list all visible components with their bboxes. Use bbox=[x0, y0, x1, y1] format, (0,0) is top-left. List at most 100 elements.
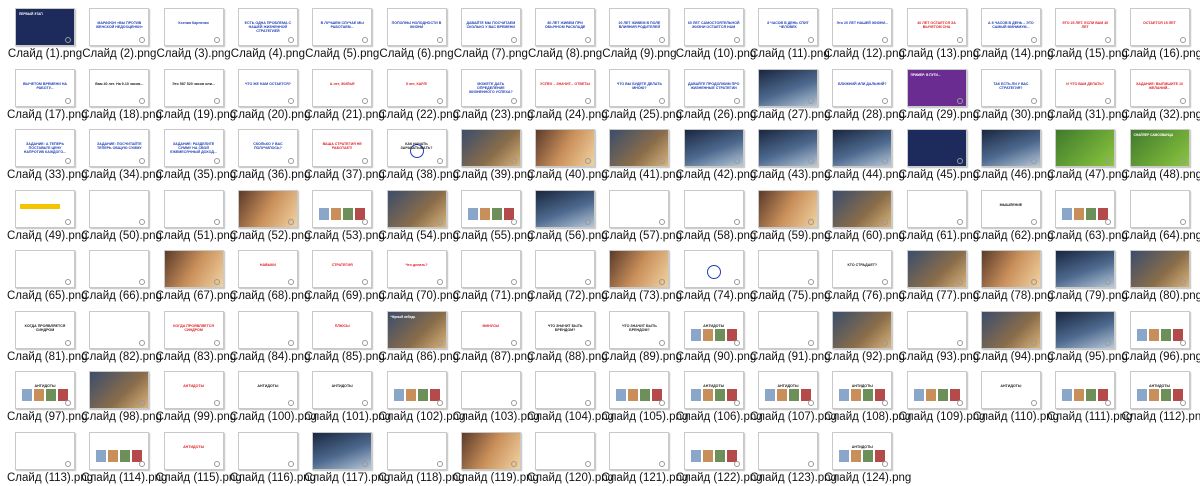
file-name-label[interactable]: Слайд (70).png bbox=[379, 290, 460, 302]
file-name-label[interactable]: Слайд (89).png bbox=[601, 351, 682, 363]
file-thumbnail[interactable] bbox=[89, 371, 150, 409]
file-name-label[interactable]: Слайд (66).png bbox=[81, 290, 162, 302]
file-name-label[interactable]: Слайд (123).png bbox=[750, 472, 837, 484]
file-thumbnail[interactable] bbox=[535, 371, 596, 409]
file-name-label[interactable]: Слайд (60).png bbox=[824, 230, 905, 242]
file-thumbnail[interactable]: КОГДА ПРОЯВЛЯЕТСЯ СИНДРОМ bbox=[15, 310, 75, 349]
file-thumbnail[interactable]: ДАВАЙТЕ МЫ ПОСЧИТАЕМ СКОЛЬКО У ВАС ВРЕМЕ… bbox=[460, 8, 521, 46]
file-thumbnail[interactable] bbox=[609, 250, 670, 288]
file-item[interactable]: Слайд (44).png bbox=[824, 125, 905, 183]
file-name-label[interactable]: Слайд (50).png bbox=[81, 230, 162, 242]
file-name-label[interactable]: Слайд (85).png bbox=[304, 351, 385, 363]
file-item[interactable]: Слайд (121).png bbox=[601, 428, 688, 486]
file-name-label[interactable]: Слайд (12).png bbox=[824, 48, 905, 60]
file-item[interactable]: Вам 40 лет. На 9-10 часов... Слайд (18).p… bbox=[81, 65, 162, 123]
file-item[interactable]: В ЛУЧШЕМ СЛУЧАЕ МЫ РАБОТАЕМ... Слайд (5).… bbox=[305, 4, 379, 62]
file-item[interactable]: Слайд (73).png bbox=[601, 246, 682, 304]
file-name-label[interactable]: Слайд (95).png bbox=[1047, 351, 1128, 363]
file-item[interactable]: Слайд (116).png bbox=[230, 428, 316, 486]
file-name-label[interactable]: Слайд (90).png bbox=[676, 351, 757, 363]
file-thumbnail[interactable]: МЫШЛЕНИЕ bbox=[980, 189, 1041, 228]
file-thumbnail[interactable]: Чёрный лебедь bbox=[386, 310, 447, 349]
file-item[interactable]: Слайд (39).png bbox=[453, 125, 533, 183]
file-name-label[interactable]: Слайд (56).png bbox=[527, 230, 608, 242]
file-name-label[interactable]: Слайд (117).png bbox=[304, 472, 390, 484]
file-name-label[interactable]: Слайд (118).png bbox=[379, 472, 465, 484]
file-thumbnail[interactable] bbox=[906, 310, 967, 349]
file-item[interactable]: Слайд (111).png bbox=[1047, 367, 1132, 425]
file-thumbnail[interactable]: АНТИДОТЫ bbox=[832, 371, 893, 409]
file-thumbnail[interactable] bbox=[683, 189, 744, 228]
file-item[interactable]: АНТИДОТЫ Слайд (124).png bbox=[824, 428, 911, 486]
file-item[interactable]: СТРАТЕГИЯ Слайд (69).png bbox=[304, 246, 385, 304]
file-thumbnail[interactable]: АНТИДОТЫ bbox=[237, 371, 298, 409]
file-thumbnail[interactable] bbox=[906, 189, 967, 228]
file-thumbnail[interactable] bbox=[163, 189, 224, 228]
file-thumbnail[interactable] bbox=[312, 431, 373, 470]
file-thumbnail[interactable]: ВЫЧЕТОМ ВРЕМЕНИ НА РАБОТУ... bbox=[15, 68, 75, 107]
file-item[interactable]: КТО СТРАДАЕТ? Слайд (76).png bbox=[824, 246, 905, 304]
file-name-label[interactable]: Слайд (26).png bbox=[676, 109, 757, 121]
file-item[interactable]: УСПЕХ – ЗНАЧИТ... ОТВЕТЫ Слайд (24).png bbox=[527, 65, 608, 123]
file-name-label[interactable]: Слайд (79).png bbox=[1047, 290, 1128, 302]
file-thumbnail[interactable]: ОСТАЕТСЯ 15 ЛЕТ bbox=[1129, 8, 1190, 46]
file-item[interactable]: Слайд (123).png bbox=[750, 428, 837, 486]
file-name-label[interactable]: Слайд (33).png bbox=[7, 169, 88, 181]
file-name-label[interactable]: Слайд (58).png bbox=[676, 230, 757, 242]
file-thumbnail[interactable] bbox=[609, 189, 670, 228]
file-item[interactable]: Слайд (82).png bbox=[81, 307, 162, 365]
file-thumbnail[interactable] bbox=[237, 310, 298, 349]
file-name-label[interactable]: Слайд (72).png bbox=[527, 290, 608, 302]
file-item[interactable]: Слайд (55).png bbox=[453, 186, 533, 244]
file-item[interactable]: Слайд (94).png bbox=[973, 307, 1054, 365]
file-thumbnail[interactable] bbox=[980, 310, 1041, 349]
file-item[interactable]: ПОПОЛНЫ НОЛОДНОСТИ В ЖИЗНИ Слайд (6).png bbox=[379, 4, 455, 62]
file-item[interactable]: ТАК ЕСТЬ ЛИ У ВАС СТРАТЕГИЯ? Слайд (30).p… bbox=[973, 65, 1054, 123]
file-name-label[interactable]: Слайд (3).png bbox=[156, 48, 232, 60]
file-thumbnail[interactable]: ВАША СТРАТЕГИЯ НЕ РАБОТАЕТ! bbox=[312, 129, 373, 167]
file-name-label[interactable]: Слайд (121).png bbox=[601, 472, 688, 484]
file-thumbnail[interactable] bbox=[906, 371, 967, 409]
file-name-label[interactable]: Слайд (51).png bbox=[156, 230, 237, 242]
file-item[interactable]: ПЛЮСЫ Слайд (85).png bbox=[304, 307, 385, 365]
file-item[interactable]: 8 ЧАСОВ В ДЕНЬ СПИТ ЧЕЛОВЕК Слайд (11).pn… bbox=[750, 4, 830, 62]
file-thumbnail[interactable] bbox=[1129, 189, 1190, 228]
file-thumbnail[interactable] bbox=[609, 371, 670, 409]
file-item[interactable]: ЭТО 25 ЛЕТ. ЕСЛИ ВАМ 40 ЛЕТ Слайд (15).pn… bbox=[1047, 4, 1128, 62]
file-item[interactable]: 60 ЛЕТ САМОСТОЯТЕЛЬНОЙ ЖИЗНИ ОСТАЕТСЯ НА… bbox=[676, 4, 756, 62]
file-thumbnail[interactable] bbox=[980, 129, 1041, 167]
file-name-label[interactable]: Слайд (32).png bbox=[1122, 109, 1200, 121]
file-item[interactable]: Слайд (49).png bbox=[7, 186, 88, 244]
file-name-label[interactable]: Слайд (91).png bbox=[750, 351, 831, 363]
file-thumbnail[interactable] bbox=[89, 250, 150, 288]
file-name-label[interactable]: Слайд (52).png bbox=[230, 230, 311, 242]
file-thumbnail[interactable]: АНТИДОТЫ bbox=[758, 371, 818, 409]
file-item[interactable]: ЧТО ВЫ БУДЕТЕ ДЕЛАТЬ МНОЮ? Слайд (25).png bbox=[601, 65, 682, 123]
file-name-label[interactable]: Слайд (64).png bbox=[1122, 230, 1200, 242]
file-name-label[interactable]: Слайд (45).png bbox=[899, 169, 980, 181]
file-thumbnail[interactable] bbox=[683, 129, 744, 167]
file-name-label[interactable]: Слайд (94).png bbox=[973, 351, 1054, 363]
file-thumbnail[interactable] bbox=[758, 250, 818, 288]
file-item[interactable]: Слайд (117).png bbox=[304, 428, 390, 486]
file-item[interactable]: 40 ЛЕТ ОСТАЕТСЯ ЗА ВЫЧЕТОМ СНА Слайд (13)… bbox=[899, 4, 979, 62]
file-thumbnail[interactable] bbox=[758, 68, 818, 107]
file-name-label[interactable]: Слайд (30).png bbox=[973, 109, 1054, 121]
file-thumbnail[interactable]: Что делать? bbox=[386, 250, 447, 288]
file-name-label[interactable]: Слайд (23).png bbox=[453, 109, 534, 121]
file-name-label[interactable]: Слайд (18).png bbox=[81, 109, 162, 121]
file-item[interactable]: АНТИДОТЫ Слайд (99).png bbox=[156, 367, 236, 425]
file-item[interactable]: БЛИЖНИЙ ИЛИ ДАЛЬНИЙ? Слайд (28).png bbox=[824, 65, 905, 123]
file-thumbnail[interactable]: Вам 40 лет. На 9-10 часов... bbox=[89, 68, 150, 107]
file-name-label[interactable]: Слайд (1).png bbox=[7, 48, 83, 60]
file-name-label[interactable]: Слайд (14).png bbox=[973, 48, 1054, 60]
file-name-label[interactable]: Слайд (73).png bbox=[601, 290, 682, 302]
file-name-label[interactable]: Слайд (6).png bbox=[379, 48, 455, 60]
file-item[interactable]: ЗАДАНИЕ: РАЗДЕЛИТЕ СУММУ НА СВОЙ ЕЖЕМЕСЯ… bbox=[156, 125, 236, 183]
file-name-label[interactable]: Слайд (36).png bbox=[230, 169, 311, 181]
file-item[interactable]: ЧТО ЗНАЧИТ БЫТЬ БРЕНДОМ? Слайд (88).png bbox=[527, 307, 608, 365]
file-name-label[interactable]: Слайд (44).png bbox=[824, 169, 905, 181]
file-name-label[interactable]: Слайд (31).png bbox=[1047, 109, 1128, 121]
file-name-label[interactable]: Слайд (86).png bbox=[379, 351, 460, 363]
file-name-label[interactable]: Слайд (67).png bbox=[156, 290, 237, 302]
